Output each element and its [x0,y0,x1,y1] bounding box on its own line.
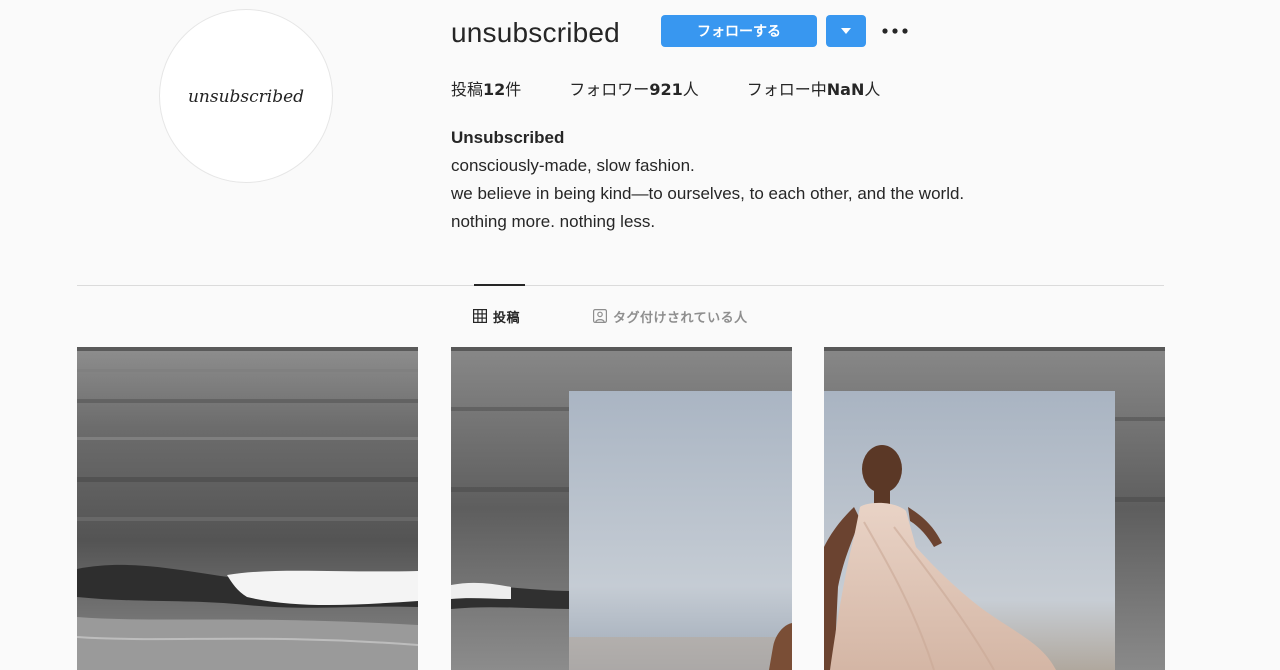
stat-unit: 人 [682,80,699,99]
caret-down-icon [841,28,851,34]
tabs-divider [77,285,1164,286]
post-thumbnail[interactable] [451,347,792,670]
profile-username: unsubscribed [451,17,620,48]
profile-bio: Unsubscribed consciously-made, slow fash… [451,124,964,236]
stat-label: フォロー中 [746,80,827,99]
profile-stats: 投稿 12 件 フォロワー 921 人 フォロー中 NaN 人 [451,76,880,100]
stat-followers[interactable]: フォロワー 921 人 [569,76,698,100]
avatar[interactable]: unsubscribed [159,9,333,183]
more-options-icon [882,28,908,34]
profile-full-name: Unsubscribed [451,128,565,147]
follow-button[interactable]: フォローする [661,15,817,47]
stat-following[interactable]: フォロー中 NaN 人 [747,76,881,100]
stat-value: NaN [826,80,865,99]
grid-icon [473,309,487,323]
post-thumbnail[interactable] [77,347,418,670]
bio-line: nothing more. nothing less. [451,212,656,231]
post-thumbnail[interactable] [824,347,1165,670]
stat-value: 921 [649,80,683,99]
more-options-button[interactable] [878,15,912,47]
tab-label: タグ付けされている人 [613,310,748,326]
suggestions-dropdown-button[interactable] [826,15,866,47]
tagged-person-icon [593,309,607,323]
post-image-model-dress [824,347,1165,670]
post-image-ocean-waves [77,347,418,670]
bio-line: consciously-made, slow fashion. [451,156,695,175]
stat-label: フォロワー [569,80,650,99]
tab-posts[interactable]: 投稿 [473,305,520,327]
avatar-logo-text: unsubscribed [188,87,304,107]
profile-page: unsubscribed unsubscribed フォローする 投稿 12 件 フ… [0,0,1280,670]
tab-tagged[interactable]: タグ付けされている人 [593,305,748,327]
bio-line: we believe in being kind—to ourselves, t… [451,184,965,203]
stat-posts: 投稿 12 件 [451,76,521,100]
active-tab-indicator [474,284,525,286]
tab-label: 投稿 [493,310,521,326]
stat-unit: 件 [505,80,522,99]
stat-value: 12 [483,80,506,99]
brand-logo: unsubscribed [188,87,304,107]
stat-label: 投稿 [451,80,484,99]
stat-unit: 人 [864,80,881,99]
post-image-ocean-sky [451,347,792,670]
